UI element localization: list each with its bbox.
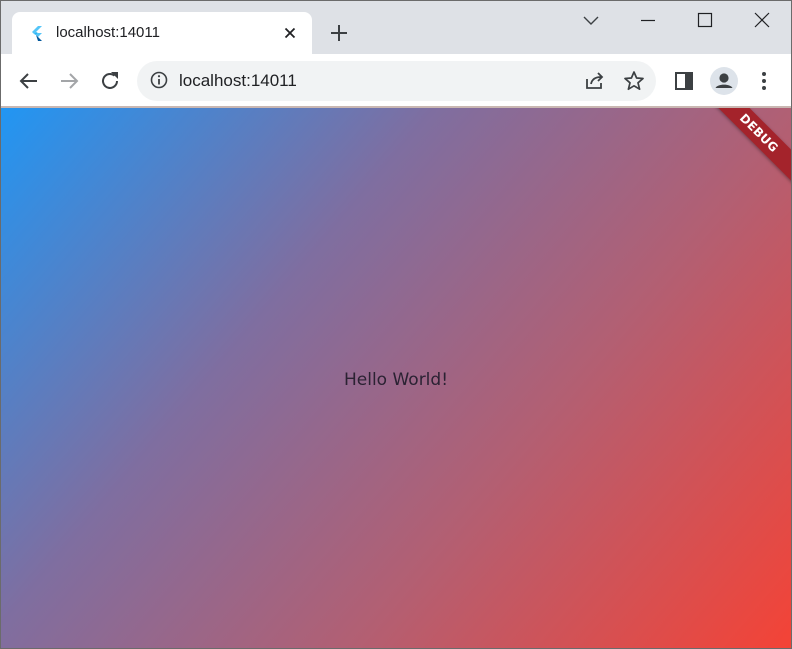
profile-avatar-icon[interactable] bbox=[710, 67, 738, 95]
browser-toolbar: localhost:14011 bbox=[1, 54, 791, 107]
info-circle-icon[interactable] bbox=[149, 70, 169, 90]
maximize-icon[interactable] bbox=[695, 10, 715, 30]
browser-tab[interactable]: localhost:14011 bbox=[12, 12, 312, 54]
reload-icon[interactable] bbox=[98, 69, 122, 93]
debug-banner: DEBUG bbox=[701, 108, 791, 191]
address-bar[interactable]: localhost:14011 bbox=[137, 61, 656, 101]
tab-search-chevron-icon[interactable] bbox=[581, 10, 601, 30]
kebab-menu-icon[interactable] bbox=[752, 69, 776, 93]
browser-window: localhost:14011 localhost:14011 Hello Wo… bbox=[0, 0, 792, 649]
arrow-left-icon[interactable] bbox=[17, 69, 41, 93]
tab-close-icon[interactable] bbox=[282, 25, 298, 41]
flutter-app-canvas: Hello World! DEBUG bbox=[1, 108, 791, 648]
close-icon[interactable] bbox=[752, 10, 772, 30]
tab-title: localhost:14011 bbox=[56, 24, 160, 41]
tab-strip: localhost:14011 bbox=[1, 1, 791, 54]
minimize-icon[interactable] bbox=[638, 10, 658, 30]
arrow-right-icon[interactable] bbox=[57, 69, 81, 93]
star-icon[interactable] bbox=[622, 69, 646, 93]
debug-banner-label: DEBUG bbox=[736, 110, 782, 156]
side-panel-icon[interactable] bbox=[672, 69, 696, 93]
plus-icon[interactable] bbox=[328, 22, 350, 44]
url-text: localhost:14011 bbox=[179, 71, 297, 90]
hello-text: Hello World! bbox=[343, 370, 449, 390]
flutter-logo-icon bbox=[32, 26, 42, 41]
share-icon[interactable] bbox=[583, 69, 607, 93]
